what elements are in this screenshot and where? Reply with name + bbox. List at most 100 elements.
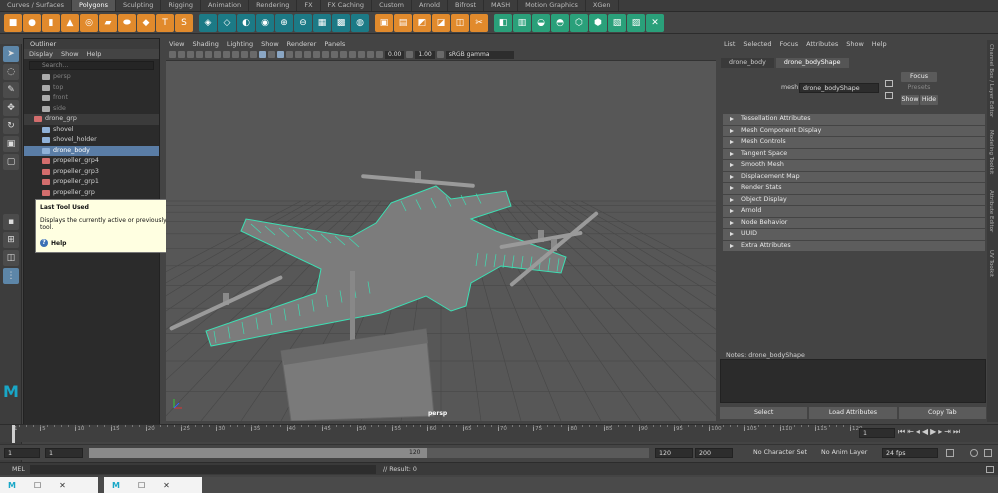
step-forward-frame-icon[interactable]: ▸ bbox=[938, 427, 942, 437]
image-plane-icon[interactable] bbox=[196, 51, 203, 58]
create-plane-icon[interactable]: ▰ bbox=[99, 13, 117, 32]
shelf-tab[interactable]: Curves / Surfaces bbox=[0, 0, 73, 11]
bevel-icon[interactable]: ◩ bbox=[413, 13, 431, 32]
close-icon[interactable]: ✕ bbox=[59, 481, 66, 490]
camera-attrs-icon[interactable] bbox=[178, 51, 185, 58]
attribute-section-header[interactable]: Object Display bbox=[723, 194, 985, 205]
create-disc-icon[interactable]: ⬬ bbox=[118, 13, 136, 32]
outliner-item[interactable]: drone_grp bbox=[24, 114, 159, 125]
retopologize-icon[interactable]: ▩ bbox=[332, 13, 350, 32]
exposure-icon[interactable] bbox=[376, 51, 383, 58]
attribute-editor-tab[interactable]: drone_bodyShape bbox=[775, 58, 849, 68]
wireframe-on-shaded-icon[interactable] bbox=[277, 51, 284, 58]
viewport-menu-item[interactable]: Panels bbox=[324, 39, 345, 49]
bridge-icon[interactable]: ▤ bbox=[394, 13, 412, 32]
rotate-tool-icon[interactable]: ↻ bbox=[3, 118, 19, 134]
move-tool-icon[interactable]: ✥ bbox=[3, 100, 19, 116]
character-set-select[interactable]: No Character Set bbox=[738, 448, 808, 458]
create-svg-icon[interactable]: S bbox=[175, 13, 193, 32]
shelf-tab[interactable]: Bifrost bbox=[448, 0, 485, 11]
go-to-input-icon[interactable] bbox=[885, 80, 893, 87]
xray-joints-icon[interactable] bbox=[358, 51, 365, 58]
step-forward-key-icon[interactable]: ⇥ bbox=[944, 427, 951, 437]
shelf-tab[interactable]: FX Caching bbox=[321, 0, 373, 11]
mesh-name-field[interactable]: drone_bodyShape bbox=[799, 83, 879, 93]
scale-tool-icon[interactable]: ▣ bbox=[3, 136, 19, 152]
separate-icon[interactable]: ◇ bbox=[218, 13, 236, 32]
fps-select[interactable]: 24 fps bbox=[882, 448, 938, 458]
attribute-section-header[interactable]: UUID bbox=[723, 229, 985, 240]
viewport-3d[interactable] bbox=[166, 61, 716, 421]
smooth-shade-icon[interactable] bbox=[268, 51, 275, 58]
attribute-section-header[interactable]: Smooth Mesh bbox=[723, 160, 985, 171]
side-tab[interactable]: UV Toolkit bbox=[988, 250, 994, 277]
cut-uv-icon[interactable]: ⬢ bbox=[589, 13, 607, 32]
planar-map-icon[interactable]: ▥ bbox=[513, 13, 531, 32]
minimized-window-1[interactable]: M ☐ ✕ bbox=[0, 477, 98, 493]
outliner-item[interactable]: propeller_grp1 bbox=[24, 177, 159, 188]
create-cylinder-icon[interactable]: ▮ bbox=[42, 13, 60, 32]
viewport-menu-item[interactable]: Shading bbox=[192, 39, 218, 49]
exposure-field[interactable]: 0.00 bbox=[385, 50, 405, 59]
create-cube-icon[interactable]: ■ bbox=[4, 13, 22, 32]
range-slider[interactable]: 1 120 bbox=[89, 448, 649, 458]
script-editor-icon[interactable] bbox=[986, 466, 994, 473]
paint-select-icon[interactable]: ✎ bbox=[3, 82, 19, 98]
outliner-item[interactable]: front bbox=[24, 93, 159, 104]
playback-start-field[interactable]: 1 bbox=[45, 448, 83, 458]
shadows-icon[interactable] bbox=[304, 51, 311, 58]
spherical-map-icon[interactable]: ◓ bbox=[551, 13, 569, 32]
show-button[interactable]: Show bbox=[901, 95, 919, 105]
single-view-icon[interactable]: ▪ bbox=[3, 214, 19, 230]
combine-icon[interactable]: ◈ bbox=[199, 13, 217, 32]
multi-cut-icon[interactable]: ✂ bbox=[470, 13, 488, 32]
automatic-map-icon[interactable]: ⬡ bbox=[570, 13, 588, 32]
play-backward-icon[interactable]: ◀ bbox=[922, 427, 928, 437]
outliner-item[interactable]: shovel_holder bbox=[24, 135, 159, 146]
lights-icon[interactable] bbox=[295, 51, 302, 58]
booleans-icon[interactable]: ⊕ bbox=[275, 13, 293, 32]
time-slider[interactable]: 1 5 10 15 20 25 30 35 40 45 50 55 60 65 70 75 80 85 90 95 10… bbox=[0, 424, 998, 443]
create-cone-icon[interactable]: ▲ bbox=[61, 13, 79, 32]
uv-editor-icon[interactable]: ◧ bbox=[494, 13, 512, 32]
cylindrical-map-icon[interactable]: ◒ bbox=[532, 13, 550, 32]
bookmark-icon[interactable] bbox=[187, 51, 194, 58]
playback-end-field[interactable]: 120 bbox=[655, 448, 693, 458]
outliner-item[interactable]: shovel bbox=[24, 125, 159, 136]
outliner-menu-item[interactable]: Help bbox=[87, 49, 102, 59]
attribute-editor-menu-item[interactable]: List bbox=[724, 39, 735, 49]
attribute-section-header[interactable]: Node Behavior bbox=[723, 217, 985, 228]
append-icon[interactable]: ◫ bbox=[451, 13, 469, 32]
camera-icon[interactable] bbox=[169, 51, 176, 58]
last-tool-icon[interactable]: ▢ bbox=[3, 154, 19, 170]
xray-icon[interactable] bbox=[349, 51, 356, 58]
textured-icon[interactable] bbox=[286, 51, 293, 58]
create-platonic-icon[interactable]: ◆ bbox=[137, 13, 155, 32]
step-back-key-icon[interactable]: ⇤ bbox=[907, 427, 914, 437]
outliner-item[interactable]: propeller_grp bbox=[24, 188, 159, 199]
attribute-section-header[interactable]: Displacement Map bbox=[723, 171, 985, 182]
viewport-menu-item[interactable]: Renderer bbox=[287, 39, 317, 49]
side-tab[interactable]: Channel Box / Layer Editor bbox=[988, 44, 994, 117]
shelf-tab[interactable]: MASH bbox=[484, 0, 519, 11]
create-text-icon[interactable]: T bbox=[156, 13, 174, 32]
viewport-menu-item[interactable]: View bbox=[169, 39, 184, 49]
motion-blur-icon[interactable] bbox=[322, 51, 329, 58]
grid-toggle-icon[interactable] bbox=[205, 51, 212, 58]
outliner-menu-item[interactable]: Show bbox=[61, 49, 79, 59]
shelf-tab[interactable]: Arnold bbox=[412, 0, 449, 11]
minimized-window-2[interactable]: M ☐ ✕ bbox=[104, 477, 202, 493]
shelf-tab[interactable]: Animation bbox=[201, 0, 250, 11]
reduce-icon[interactable]: ⊖ bbox=[294, 13, 312, 32]
attribute-section-header[interactable]: Extra Attributes bbox=[723, 240, 985, 251]
attribute-editor-menu-item[interactable]: Show bbox=[846, 39, 864, 49]
animation-start-field[interactable]: 1 bbox=[4, 448, 40, 458]
go-to-start-icon[interactable]: ⏮ bbox=[898, 427, 905, 437]
resolution-gate-icon[interactable] bbox=[223, 51, 230, 58]
fill-hole-icon[interactable]: ◍ bbox=[351, 13, 369, 32]
safe-action-icon[interactable] bbox=[250, 51, 257, 58]
restore-icon[interactable]: ☐ bbox=[138, 481, 145, 490]
attribute-editor-menu-item[interactable]: Help bbox=[872, 39, 887, 49]
merge-icon[interactable]: ◪ bbox=[432, 13, 450, 32]
preferences-icon[interactable] bbox=[984, 449, 992, 457]
